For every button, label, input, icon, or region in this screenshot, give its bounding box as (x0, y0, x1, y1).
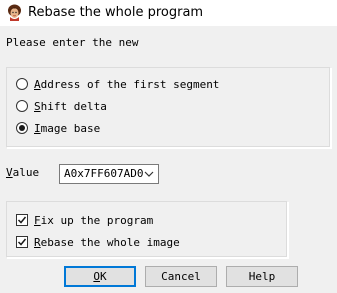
ida-app-icon (8, 4, 21, 21)
chevron-down-icon[interactable] (142, 167, 156, 181)
window-title: Rebase the whole program (28, 5, 204, 20)
radio-image-base[interactable]: Image base (16, 120, 100, 136)
cancel-button[interactable]: Cancel (145, 266, 217, 287)
checkmark-icon (17, 238, 27, 246)
radio-button[interactable] (16, 122, 28, 134)
help-button[interactable]: Help (226, 266, 298, 287)
value-label: Value (6, 166, 40, 179)
title-bar[interactable]: Rebase the whole program (0, 0, 337, 26)
radio-label: Image base (34, 121, 101, 135)
radio-shift-delta[interactable]: Shift delta (16, 98, 107, 114)
checkbox[interactable] (16, 236, 28, 248)
radio-label: Shift delta (34, 99, 107, 113)
checkbox[interactable] (16, 214, 28, 226)
radio-button[interactable] (16, 100, 28, 112)
radio-first-segment[interactable]: Address of the first segment (16, 76, 219, 92)
checkmark-icon (17, 216, 27, 224)
radio-label: Address of the first segment (34, 77, 220, 91)
ok-button[interactable]: OK (64, 266, 136, 287)
checkbox-label: Fix up the program (34, 213, 154, 227)
prompt-label: Please enter the new (6, 36, 139, 49)
value-combobox[interactable]: A0x7FF607AD00 (59, 164, 159, 184)
radio-button[interactable] (16, 78, 28, 90)
checkbox-fix-up-program[interactable]: Fix up the program (16, 212, 153, 228)
checkbox-rebase-whole-image[interactable]: Rebase the whole image (16, 234, 180, 250)
checkbox-label: Rebase the whole image (34, 235, 180, 249)
rebase-dialog: Rebase the whole program Please enter th… (0, 0, 337, 293)
value-input[interactable]: A0x7FF607AD00 (64, 167, 144, 180)
